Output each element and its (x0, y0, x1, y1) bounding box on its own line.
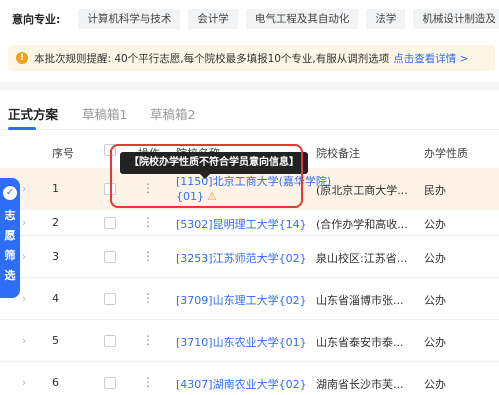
header-remark: 院校备注 (316, 147, 360, 160)
more-actions-icon[interactable]: ⋮ (142, 333, 154, 347)
row-index: 1 (52, 182, 59, 195)
notice-details-link[interactable]: 点击查看详情 > (393, 51, 468, 66)
row-checkbox[interactable] (104, 251, 116, 263)
more-actions-icon[interactable]: ⋮ (142, 215, 154, 229)
row-checkbox[interactable] (104, 217, 116, 229)
table-row: › 3 ⋮ [3253]江苏师范大学{02} 泉山校区:江苏省... 公办 (0, 236, 499, 278)
expand-chevron-icon[interactable]: › (22, 182, 26, 195)
major-tag-cs[interactable]: 计算机科学与技术 (78, 9, 181, 29)
table-row: › 6 ⋮ [4307]湖南农业大学{02} 湖南省长沙市芙... 公办 (0, 362, 499, 395)
header-index: 序号 (52, 147, 74, 160)
row-index: 2 (52, 216, 59, 229)
table-row: › 2 ⋮ [5302]昆明理工大学{14} (合作办学和高收... 公办 (0, 210, 499, 236)
more-actions-icon[interactable]: ⋮ (142, 291, 154, 305)
row-index: 4 (52, 292, 59, 305)
school-name[interactable]: [5302]昆明理工大学{14} (176, 216, 307, 232)
tab-formal-plan[interactable]: 正式方案 (8, 104, 58, 123)
plan-tabs: 正式方案 草稿箱1 草稿箱2 (0, 96, 499, 130)
more-actions-icon[interactable]: ⋮ (142, 375, 154, 389)
expand-chevron-icon[interactable]: › (22, 250, 26, 263)
major-tag-mech[interactable]: 机械设计制造及 (413, 9, 499, 29)
tab-draft-2[interactable]: 草稿箱2 (150, 104, 195, 123)
major-tag-law[interactable]: 法学 (366, 9, 406, 29)
school-name[interactable]: [3710]山东农业大学{01} (176, 334, 307, 350)
major-label: 意向专业: (12, 13, 61, 26)
warning-icon: ! (16, 52, 28, 64)
row-index: 5 (52, 334, 59, 347)
tooltip-arrow (200, 174, 210, 179)
row-checkbox[interactable] (104, 293, 116, 305)
row-checkbox[interactable] (104, 183, 116, 195)
school-remark: (原北京工商大学... (316, 184, 408, 197)
row-index: 3 (52, 250, 59, 263)
filter-icon: ✓ (3, 186, 17, 200)
table-row: › 1 ⋮ [1150]北京工商大学(嘉华学院) {01} ⚠ (原北京工商大学.… (0, 168, 499, 210)
rule-notice: ! 本批次规则提醒: 40个平行志愿,每个院校最多填报10个专业,有服从调剂选项… (8, 45, 495, 71)
school-name[interactable]: [3253]江苏师范大学{02} (176, 250, 307, 266)
school-name[interactable]: [3709]山东理工大学{02} (176, 292, 307, 308)
school-name-suffix[interactable]: {01} ⚠ (176, 190, 217, 203)
school-remark: 泉山校区:江苏省... (316, 252, 408, 265)
warning-triangle-icon[interactable]: ⚠ (207, 190, 217, 203)
school-remark: 山东省淄博市张... (316, 294, 404, 307)
more-actions-icon[interactable]: ⋮ (142, 249, 154, 263)
expand-chevron-icon[interactable]: › (22, 292, 26, 305)
more-actions-icon[interactable]: ⋮ (142, 181, 154, 195)
header-nature: 办学性质 (424, 147, 468, 160)
select-all-checkbox[interactable] (104, 144, 116, 156)
row-checkbox[interactable] (104, 377, 116, 389)
school-nature: 公办 (424, 252, 446, 265)
school-nature: 公办 (424, 294, 446, 307)
school-nature: 公办 (424, 218, 446, 231)
table-row: › 5 ⋮ [3710]山东农业大学{01} 山东省泰安市泰... 公办 (0, 320, 499, 362)
notice-text: 本批次规则提醒: 40个平行志愿,每个院校最多填报10个专业,有服从调剂选项 (34, 52, 390, 65)
filter-side-button[interactable]: ✓ 志愿筛选 (0, 178, 20, 298)
tab-draft-1[interactable]: 草稿箱1 (82, 104, 127, 123)
school-nature: 民办 (424, 184, 446, 197)
table-row: › 4 ⋮ [3709]山东理工大学{02} 山东省淄博市张... 公办 (0, 278, 499, 320)
school-code-suffix[interactable]: {01} (176, 190, 204, 203)
expand-chevron-icon[interactable]: › (22, 216, 26, 229)
major-tag-ee[interactable]: 电气工程及其自动化 (245, 9, 359, 29)
section-divider (0, 82, 499, 90)
school-nature: 公办 (424, 336, 446, 349)
school-remark: 山东省泰安市泰... (316, 336, 404, 349)
row-index: 6 (52, 376, 59, 389)
row-checkbox[interactable] (104, 335, 116, 347)
major-tag-accounting[interactable]: 会计学 (188, 9, 238, 29)
nature-mismatch-tooltip: 【院校办学性质不符合学员意向信息】 (120, 152, 308, 174)
major-preference-bar: 意向专业: 计算机科学与技术 会计学 电气工程及其自动化 法学 机械设计制造及 (0, 0, 499, 38)
school-nature: 公办 (424, 378, 446, 391)
school-remark: 湖南省长沙市芙... (316, 378, 404, 391)
school-remark: (合作办学和高收... (316, 218, 408, 231)
expand-chevron-icon[interactable]: › (22, 376, 26, 389)
expand-chevron-icon[interactable]: › (22, 334, 26, 347)
active-tab-indicator (8, 127, 36, 130)
school-name[interactable]: [4307]湖南农业大学{02} (176, 376, 307, 392)
side-badge-label: 志愿筛选 (4, 209, 16, 282)
